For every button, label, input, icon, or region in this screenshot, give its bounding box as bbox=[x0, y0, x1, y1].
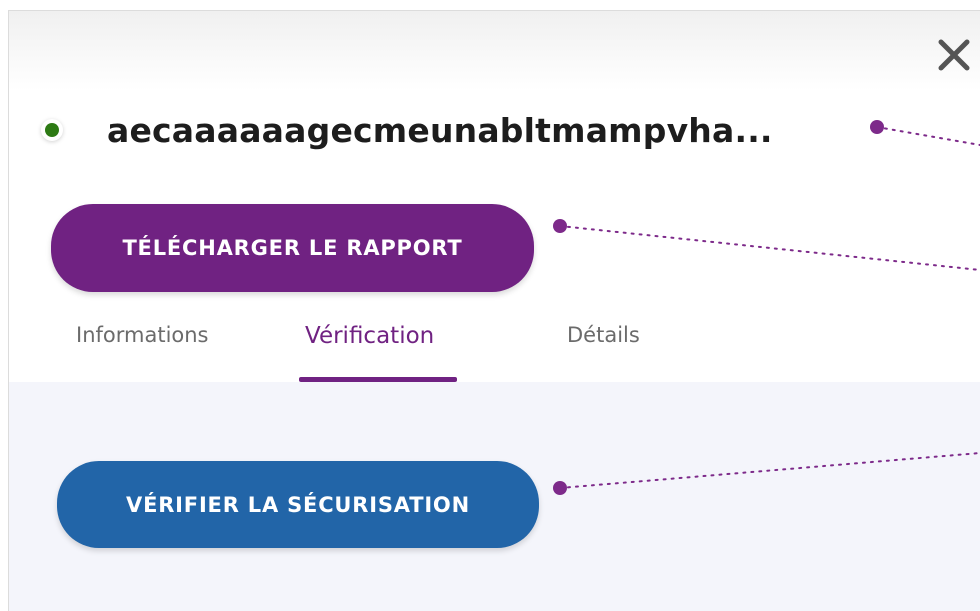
tab-details[interactable]: Détails bbox=[567, 323, 640, 347]
document-title: aecaaaaaagecmeunabltmampvha... bbox=[107, 111, 773, 150]
callout-dot-title bbox=[870, 120, 884, 134]
panel-header-background bbox=[9, 11, 980, 91]
status-indicator bbox=[41, 119, 63, 141]
download-report-button[interactable]: TÉLÉCHARGER LE RAPPORT bbox=[51, 204, 534, 292]
close-icon bbox=[938, 39, 970, 71]
tab-informations[interactable]: Informations bbox=[76, 323, 209, 347]
close-button[interactable] bbox=[934, 35, 974, 75]
verify-security-button[interactable]: VÉRIFIER LA SÉCURISATION bbox=[57, 461, 539, 548]
callout-dot-download bbox=[553, 219, 567, 233]
tab-verification[interactable]: Vérification bbox=[305, 323, 434, 349]
callout-dot-verify bbox=[553, 481, 567, 495]
report-panel: aecaaaaaagecmeunabltmampvha... TÉLÉCHARG… bbox=[8, 10, 980, 611]
verification-content: VÉRIFIER LA SÉCURISATION bbox=[9, 382, 980, 611]
